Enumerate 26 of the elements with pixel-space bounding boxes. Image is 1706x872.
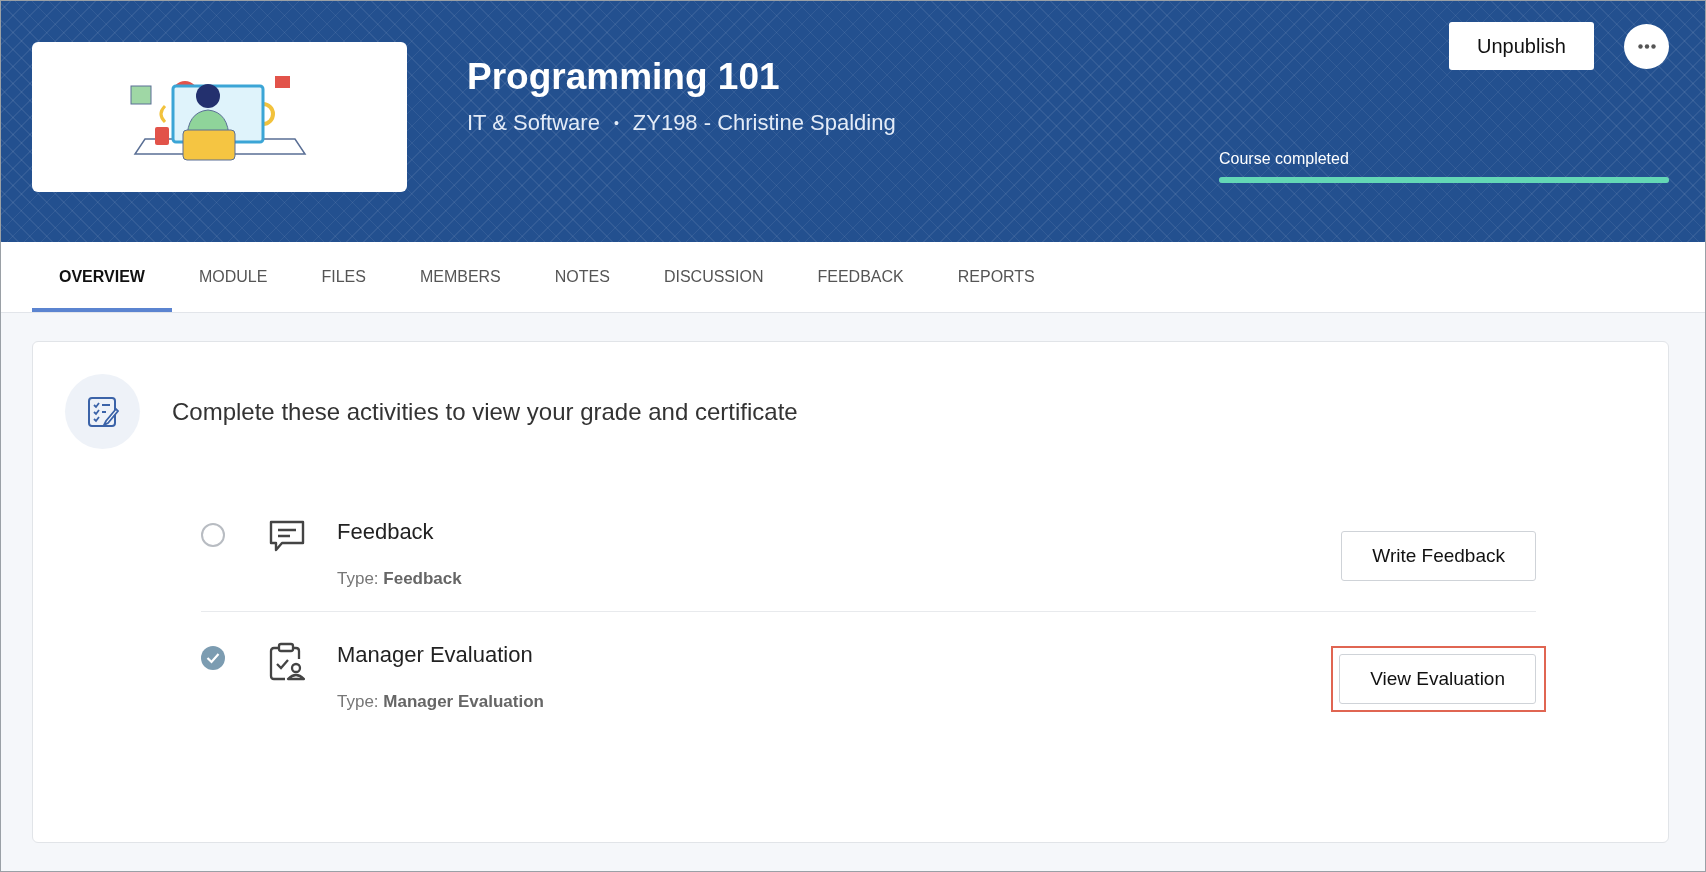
more-options-button[interactable] xyxy=(1624,23,1669,69)
tab[interactable]: FEEDBACK xyxy=(790,242,931,312)
tab[interactable]: OVERVIEW xyxy=(32,242,172,312)
progress-label: Course completed xyxy=(1219,150,1350,168)
activity-type: Type: Feedback xyxy=(337,569,463,589)
tab[interactable]: MEMBERS xyxy=(392,242,528,312)
tab[interactable]: REPORTS xyxy=(930,242,1062,312)
clipboard-person-icon xyxy=(269,642,305,682)
course-instructor: ZY198 - Christine Spalding xyxy=(632,110,896,136)
tab[interactable]: DISCUSSION xyxy=(636,242,791,312)
activity-button[interactable]: View Evaluation xyxy=(1339,654,1536,704)
tab[interactable]: FILES xyxy=(294,242,393,312)
activity-button[interactable]: Write Feedback xyxy=(1341,531,1536,581)
activities-heading: Complete these activities to view your grade and certificate xyxy=(172,397,798,426)
tab[interactable]: MODULE xyxy=(171,242,295,312)
more-icon xyxy=(1637,43,1656,49)
chat-bubble-icon xyxy=(268,519,306,553)
unpublish-button[interactable]: Unpublish xyxy=(1449,22,1594,70)
checklist-icon xyxy=(86,395,119,428)
tab[interactable]: NOTES xyxy=(527,242,637,312)
course-title: Programming 101 xyxy=(467,56,781,98)
activity-title: Feedback xyxy=(337,519,435,545)
activity-type: Type: Manager Evaluation xyxy=(337,692,545,712)
activity-title: Manager Evaluation xyxy=(337,642,534,668)
course-category: IT & Software xyxy=(467,110,600,136)
separator-dot: • xyxy=(613,115,619,131)
